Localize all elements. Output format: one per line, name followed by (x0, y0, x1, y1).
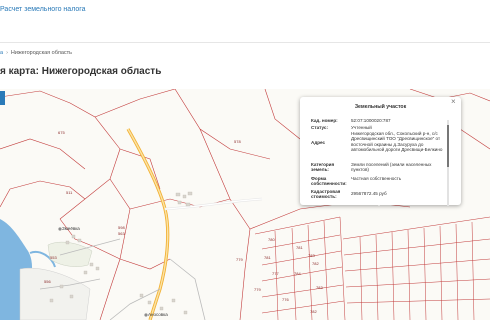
info-key: Статус: (311, 125, 329, 130)
zoom-control[interactable] (0, 91, 5, 105)
place-marker-icon (144, 313, 148, 317)
place-label: Аносовка (148, 312, 168, 317)
parcel-label: 675 (58, 130, 65, 135)
parcel-label: 783 (316, 285, 323, 290)
road-main-inner (127, 128, 169, 320)
parcel-label: 784 (294, 271, 301, 276)
parcel-label: 563 (118, 231, 125, 236)
info-key: Форма собственности: (311, 176, 347, 187)
local-road (169, 258, 206, 320)
road-main (126, 128, 170, 320)
popup-scrollbar-thumb[interactable] (447, 125, 449, 167)
parcel-label: 511 (66, 190, 73, 195)
parcel-label: 779 (254, 287, 261, 292)
place-marker-icon (58, 227, 62, 231)
parcel-label: 779 (236, 257, 243, 262)
parcel-label: 782 (312, 261, 319, 266)
parcel-label: 783 (308, 253, 315, 258)
info-value: 52:07:1000020:787 (351, 118, 391, 123)
parcel-grid (254, 216, 490, 320)
header-divider (0, 42, 490, 43)
land-tax-link[interactable]: Расчет земельного налога (0, 6, 86, 13)
info-key: Кад. номер: (311, 118, 338, 123)
settlement-area (19, 267, 91, 320)
breadcrumb-current: Нижегородская область (10, 50, 73, 56)
parcel-label: 776 (282, 297, 289, 302)
parcel-label: 598 (118, 225, 125, 230)
info-value: Нижегородская обл., Сокольский р-н, с/с … (351, 131, 443, 152)
info-value: Земли поселений (земли населенных пункто… (351, 162, 432, 173)
breadcrumb-separator: › (6, 50, 8, 56)
parcel-label: 777 (272, 271, 279, 276)
info-key: Кадастровая стоимость: (311, 189, 341, 200)
place-label: Змеёвка (62, 226, 80, 231)
close-icon[interactable]: × (451, 97, 456, 106)
parcel-label: 578 (234, 139, 241, 144)
parcel-label: 780 (268, 237, 275, 242)
breadcrumb-link[interactable]: а (0, 50, 3, 56)
parcel-info-popup: Земельный участок × Кад. номер: 52:07:10… (300, 97, 461, 205)
parcel-label: 781 (264, 255, 271, 260)
parcel-label: 553 (50, 255, 57, 260)
popup-pointer (374, 200, 384, 206)
parcel-label: 556 (44, 279, 51, 284)
parcel-label: 781 (296, 245, 303, 250)
page-title: я карта: Нижегородская область (0, 66, 162, 77)
info-value: 29567872.45 руб (351, 191, 387, 196)
info-key: Адрес (311, 140, 326, 145)
parcel-label: 782 (310, 309, 317, 314)
info-key: Категория земель: (311, 162, 335, 173)
page-header: Расчет земельного налога (0, 0, 490, 46)
info-value: Частная собственность (351, 176, 402, 181)
info-value: Учтенный (351, 125, 372, 130)
popup-title: Земельный участок (354, 104, 407, 110)
breadcrumb: а › Нижегородская область (0, 50, 72, 56)
